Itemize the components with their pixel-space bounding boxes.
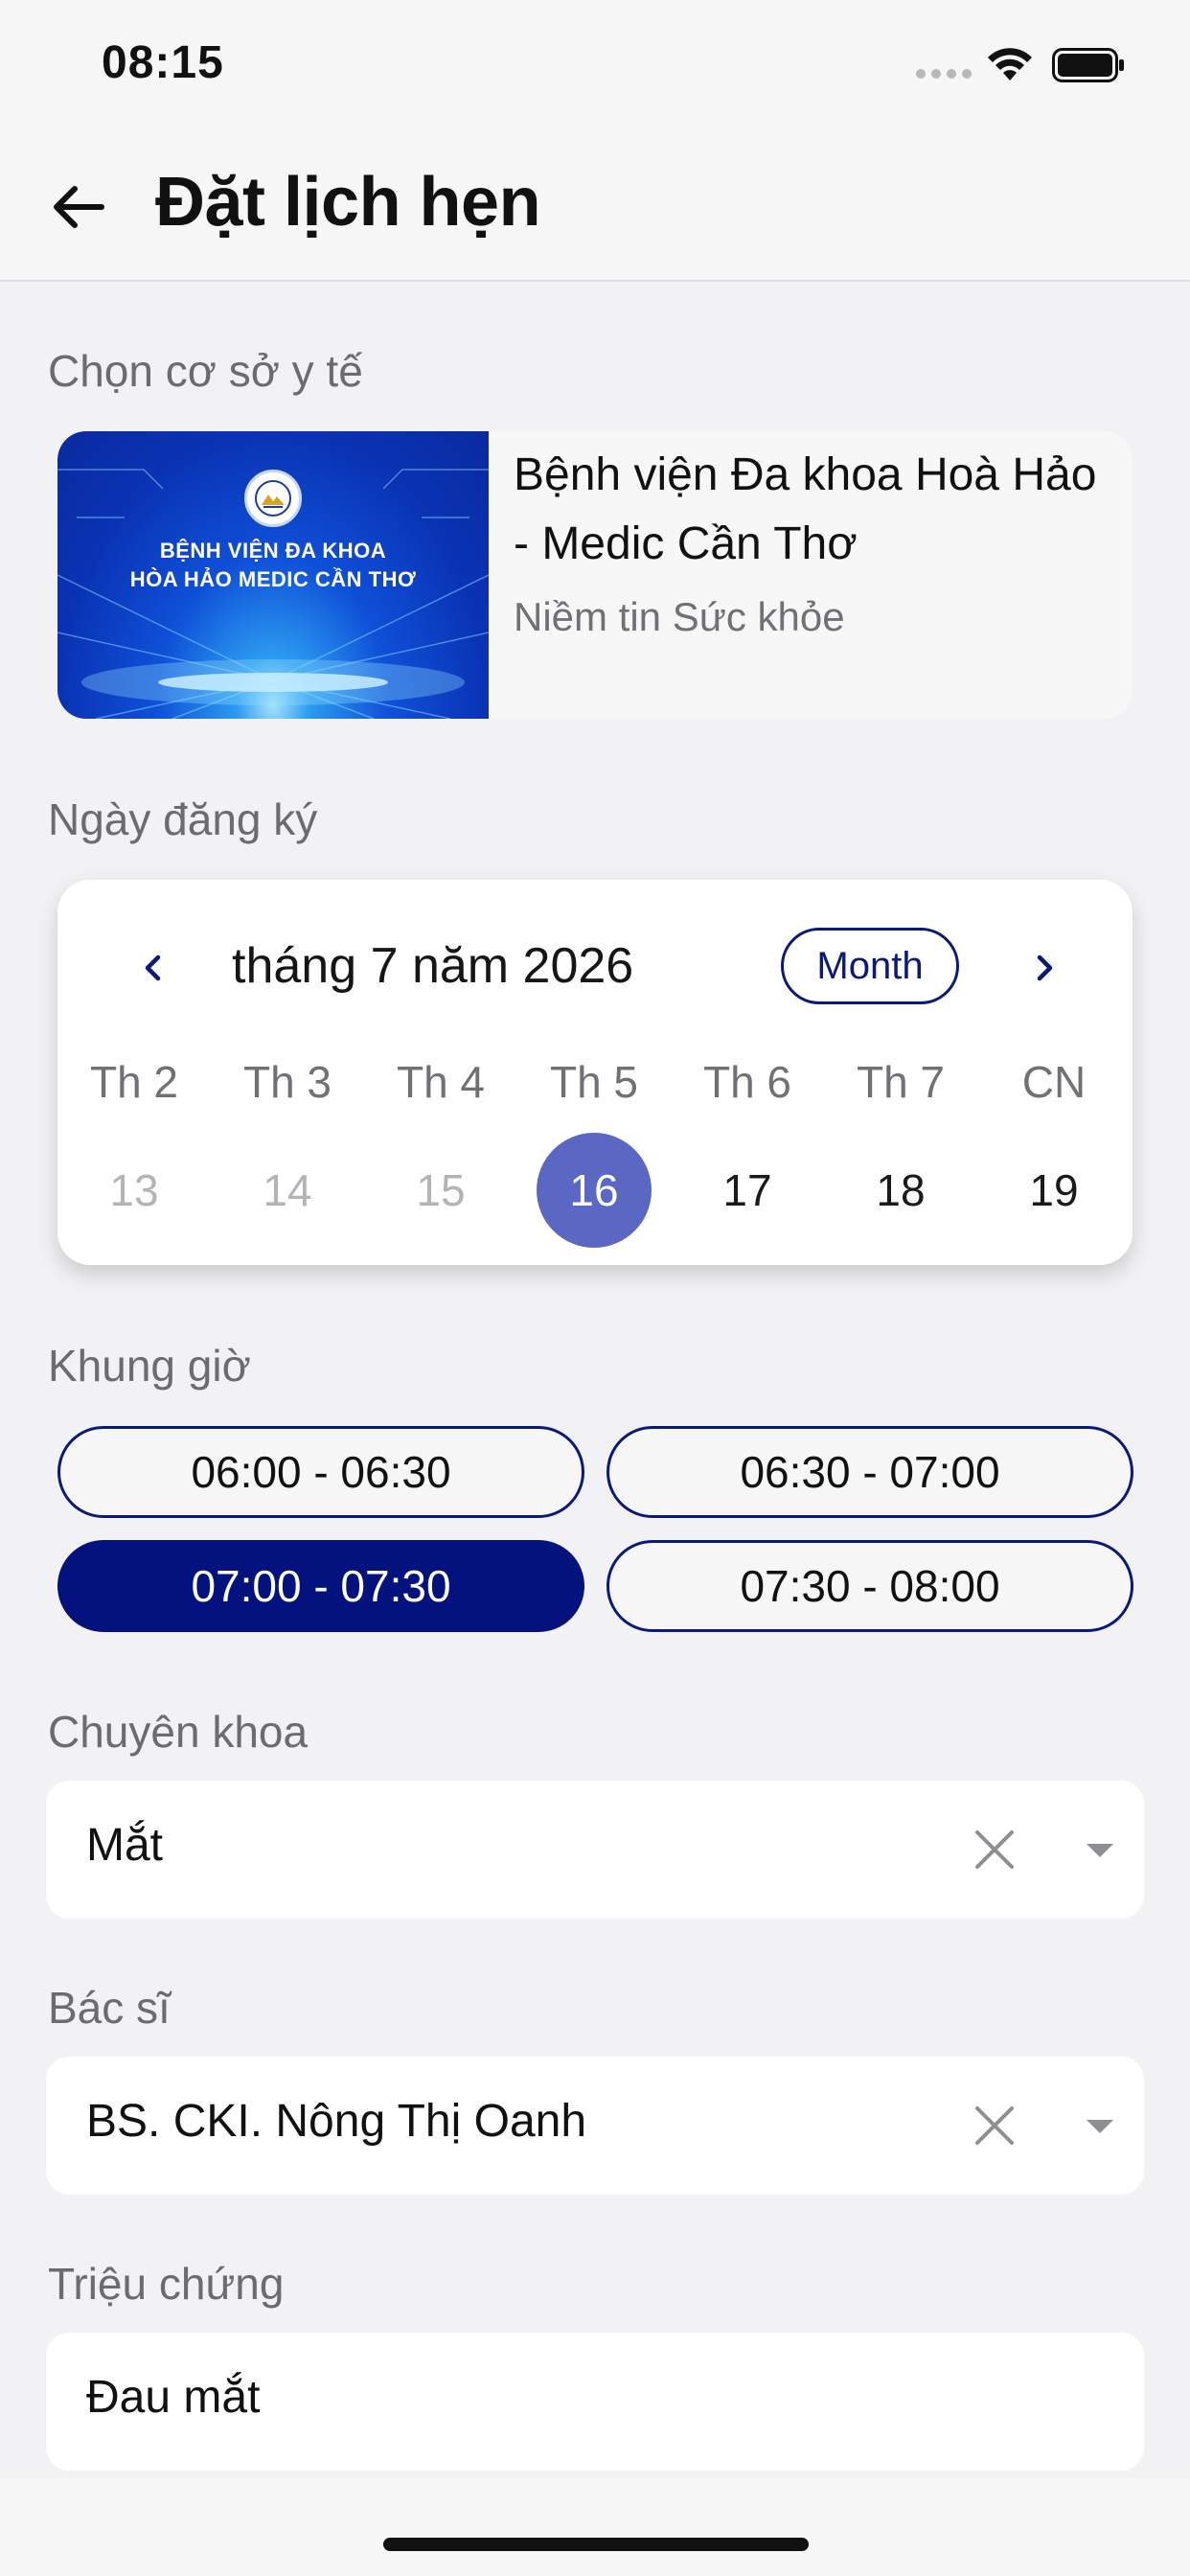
doctor-select[interactable]: BS. CKI. Nông Thị Oanh bbox=[46, 2057, 1144, 2195]
time-slot-label: Khung giờ bbox=[48, 1341, 251, 1391]
specialty-select[interactable]: Mắt bbox=[46, 1781, 1144, 1919]
weekday-label: Th 5 bbox=[549, 1057, 639, 1107]
chevron-right-icon bbox=[1037, 954, 1053, 981]
calendar-card: tháng 7 năm 2026 Month Th 2 Th 3 Th 4 Th… bbox=[57, 880, 1133, 1265]
home-indicator[interactable] bbox=[383, 2538, 809, 2551]
time-slot-button[interactable]: 06:00 - 06:30 bbox=[57, 1426, 584, 1518]
doctor-value: BS. CKI. Nông Thị Oanh bbox=[86, 2096, 587, 2147]
doctor-label: Bác sĩ bbox=[48, 1983, 171, 2033]
calendar-month-title: tháng 7 năm 2026 bbox=[232, 938, 634, 994]
calendar-day[interactable]: 13 bbox=[77, 1133, 192, 1248]
dropdown-arrow-icon[interactable] bbox=[1071, 2097, 1129, 2154]
wifi-icon bbox=[988, 48, 1032, 80]
facility-label: Chọn cơ sở y tế bbox=[48, 346, 363, 396]
clear-icon[interactable] bbox=[966, 2097, 1023, 2154]
facility-banner-image: BỆNH VIỆN ĐA KHOA HÒA HẢO MEDIC CẦN THƠ bbox=[57, 431, 489, 719]
clear-icon[interactable] bbox=[966, 1821, 1023, 1878]
specialty-label: Chuyên khoa bbox=[48, 1707, 309, 1757]
facility-card[interactable]: BỆNH VIỆN ĐA KHOA HÒA HẢO MEDIC CẦN THƠ … bbox=[57, 431, 1133, 719]
symptoms-input[interactable]: Đau mắt bbox=[46, 2333, 1144, 2471]
weekday-label: Th 2 bbox=[89, 1057, 179, 1107]
calendar-day-selected[interactable]: 16 bbox=[537, 1133, 652, 1248]
battery-icon bbox=[1052, 48, 1124, 82]
arrow-left-icon bbox=[54, 186, 104, 228]
app-bar: Đặt lịch hẹn bbox=[0, 134, 1190, 282]
calendar-day[interactable]: 17 bbox=[690, 1133, 805, 1248]
status-bar: 08:15 bbox=[0, 0, 1190, 134]
weekday-label: Th 7 bbox=[856, 1057, 946, 1107]
date-label: Ngày đăng ký bbox=[48, 794, 318, 844]
bottom-bar bbox=[0, 2478, 1190, 2576]
dropdown-arrow-icon[interactable] bbox=[1071, 1821, 1129, 1878]
time-slot-button[interactable]: 06:30 - 07:00 bbox=[606, 1426, 1133, 1518]
cellular-signal-icon bbox=[916, 69, 972, 79]
weekday-label: Th 4 bbox=[396, 1057, 486, 1107]
calendar-format-button[interactable]: Month bbox=[781, 928, 959, 1004]
facility-name: Bệnh viện Đa khoa Hoà Hảo - Medic Cần Th… bbox=[514, 449, 1097, 569]
weekday-label: Th 6 bbox=[702, 1057, 792, 1107]
symptoms-value: Đau mắt bbox=[86, 2372, 261, 2423]
weekday-label: Th 3 bbox=[242, 1057, 332, 1107]
previous-week-button[interactable] bbox=[125, 939, 182, 997]
calendar-day[interactable]: 18 bbox=[843, 1133, 958, 1248]
page-title: Đặt lịch hẹn bbox=[155, 164, 541, 241]
calendar-day[interactable]: 14 bbox=[230, 1133, 345, 1248]
calendar-day[interactable]: 15 bbox=[383, 1133, 498, 1248]
specialty-value: Mắt bbox=[86, 1820, 164, 1871]
symptoms-label: Triệu chứng bbox=[48, 2259, 285, 2309]
calendar-day[interactable]: 19 bbox=[996, 1133, 1111, 1248]
status-time: 08:15 bbox=[102, 37, 224, 88]
banner-title-line2: HÒA HẢO MEDIC CẦN THƠ bbox=[129, 567, 417, 591]
hospital-logo-icon bbox=[244, 470, 302, 527]
banner-title-line1: BỆNH VIỆN ĐA KHOA bbox=[159, 539, 387, 563]
time-slot-button[interactable]: 07:30 - 08:00 bbox=[606, 1540, 1133, 1632]
chevron-left-icon bbox=[145, 954, 161, 981]
weekday-label: CN bbox=[1021, 1057, 1087, 1107]
time-slot-button-selected[interactable]: 07:00 - 07:30 bbox=[57, 1540, 584, 1632]
back-button[interactable] bbox=[42, 171, 115, 243]
facility-slogan: Niềm tin Sức khỏe bbox=[514, 594, 845, 639]
next-week-button[interactable] bbox=[1016, 939, 1073, 997]
